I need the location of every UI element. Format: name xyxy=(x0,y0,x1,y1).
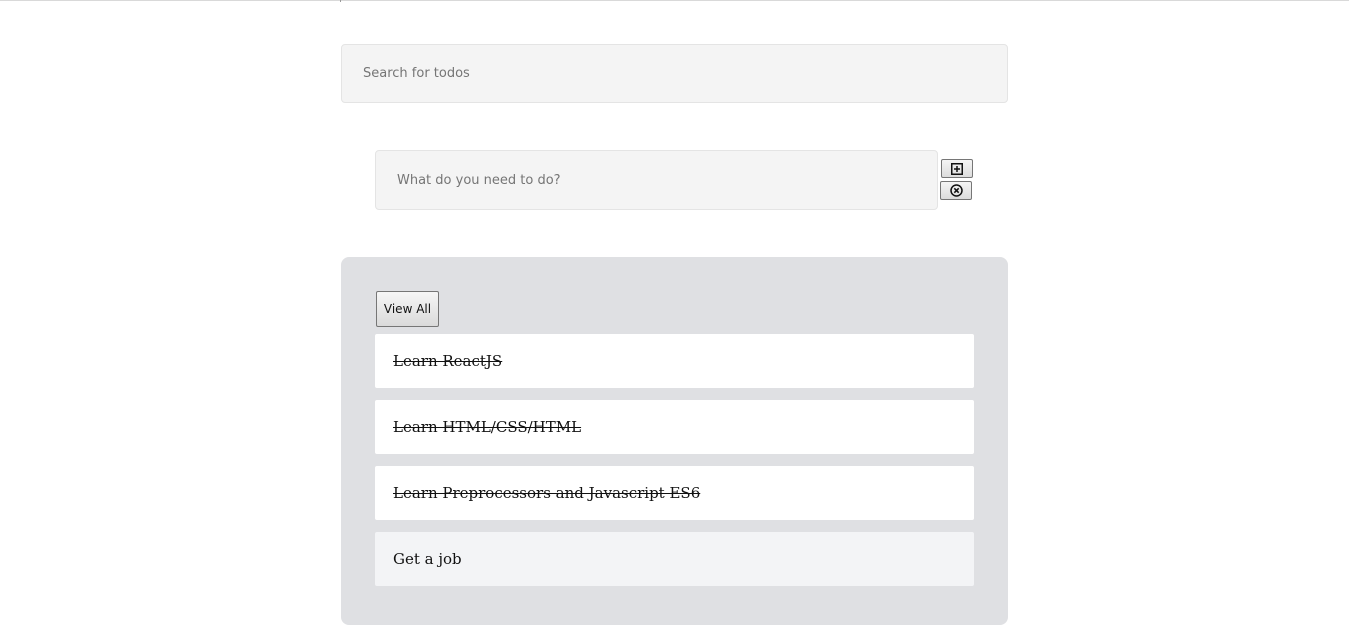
add-todo-button[interactable] xyxy=(941,159,973,178)
search-box xyxy=(341,44,1008,103)
top-divider xyxy=(0,0,1349,1)
clear-todo-button[interactable] xyxy=(940,181,972,200)
new-todo-input[interactable] xyxy=(376,151,937,209)
todo-item[interactable]: Get a job xyxy=(375,532,974,586)
todo-text: Learn ReactJS xyxy=(393,352,503,370)
todo-item[interactable]: Learn Preprocessors and Javascript ES6 xyxy=(375,466,974,520)
todo-text: Learn Preprocessors and Javascript ES6 xyxy=(393,484,701,502)
todo-text: Learn HTML/CSS/HTML xyxy=(393,418,582,436)
view-all-button[interactable]: View All xyxy=(376,291,439,327)
todo-item[interactable]: Learn HTML/CSS/HTML xyxy=(375,400,974,454)
todo-text: Get a job xyxy=(393,550,462,568)
top-divider-tick xyxy=(340,0,341,2)
search-input[interactable] xyxy=(342,45,1007,102)
new-todo-box xyxy=(375,150,938,210)
plus-square-icon xyxy=(951,162,963,175)
x-circle-icon xyxy=(949,184,963,197)
todo-item[interactable]: Learn ReactJS xyxy=(375,334,974,388)
